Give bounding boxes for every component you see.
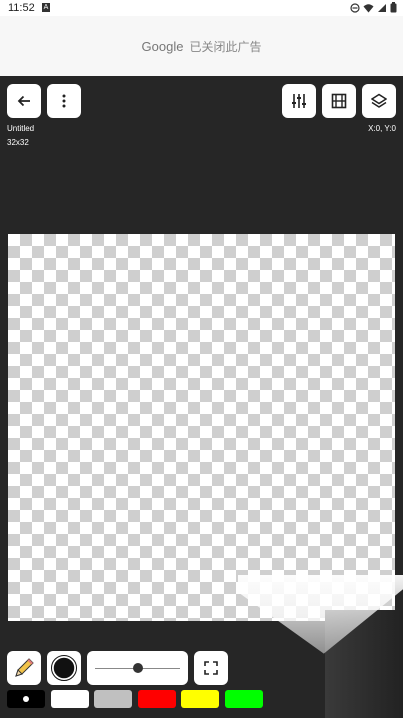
arrow-left-icon	[17, 95, 30, 107]
brush-shape-icon	[51, 655, 77, 681]
ad-brand: Google	[141, 38, 184, 54]
color-swatch[interactable]	[224, 690, 263, 708]
film-icon	[331, 93, 347, 109]
brush-shape-button[interactable]	[47, 651, 81, 685]
color-swatch[interactable]	[7, 690, 45, 708]
wifi-icon	[363, 3, 374, 12]
more-vert-icon	[62, 94, 66, 108]
brush-size-slider[interactable]	[87, 651, 188, 685]
signal-icon	[378, 3, 386, 12]
ad-banner[interactable]: Google 已关闭此广告	[0, 16, 403, 76]
drawing-canvas[interactable]	[8, 234, 395, 621]
pencil-icon	[15, 658, 34, 677]
color-swatch[interactable]	[181, 690, 219, 708]
document-size: 32x32	[7, 138, 29, 147]
adjust-button[interactable]	[282, 84, 316, 118]
layers-button[interactable]	[362, 84, 396, 118]
slider-thumb[interactable]	[132, 663, 143, 673]
dnd-icon	[350, 2, 360, 13]
cursor-coordinates: X:0, Y:0	[368, 124, 396, 133]
status-bar: 11:52 A	[0, 0, 403, 16]
color-swatch[interactable]	[50, 690, 89, 708]
document-name: Untitled	[7, 124, 35, 133]
back-button[interactable]	[7, 84, 41, 118]
overlay-shadow	[325, 610, 403, 718]
notification-icon: A	[42, 3, 50, 12]
color-swatch[interactable]	[94, 690, 132, 708]
battery-icon	[390, 2, 397, 13]
color-swatch[interactable]	[137, 690, 176, 708]
fullscreen-icon	[204, 661, 218, 675]
layers-icon	[371, 93, 387, 108]
sliders-icon	[292, 94, 306, 108]
more-options-button[interactable]	[47, 84, 81, 118]
fullscreen-button[interactable]	[194, 651, 228, 685]
ad-message: 已关闭此广告	[189, 39, 262, 54]
status-icons	[350, 2, 397, 13]
frames-button[interactable]	[322, 84, 356, 118]
status-time: 11:52	[8, 2, 35, 14]
pencil-tool-button[interactable]	[7, 651, 41, 685]
